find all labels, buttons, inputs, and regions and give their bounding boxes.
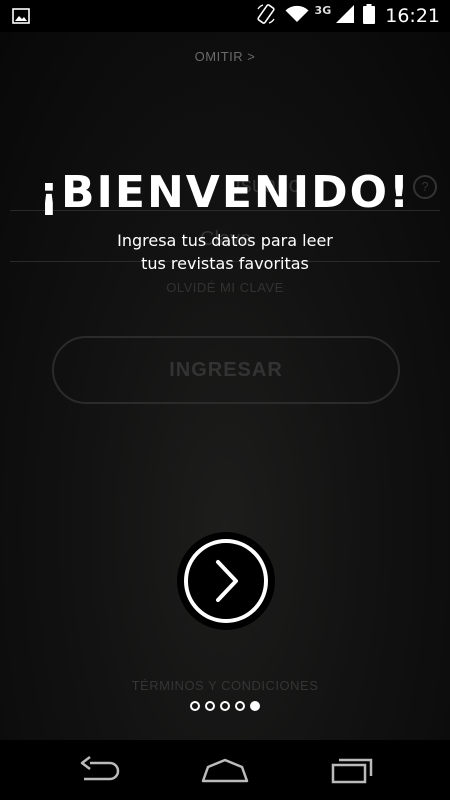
page-dot[interactable]: [190, 701, 200, 711]
navigation-bar: [0, 740, 450, 800]
subtitle-line-1: Ingresa tus datos para leer: [117, 231, 333, 250]
battery-icon: [363, 4, 376, 28]
page-indicator: [0, 701, 450, 711]
recent-apps-icon[interactable]: [330, 755, 374, 789]
page-dot[interactable]: [235, 701, 245, 711]
welcome-title: ¡BIENVENIDO!: [38, 167, 412, 218]
back-icon[interactable]: [78, 755, 122, 789]
signal-icon: [335, 4, 355, 28]
page-dot[interactable]: [205, 701, 215, 711]
login-button: INGRESAR: [52, 336, 400, 404]
network-type-label: 3G: [314, 3, 332, 17]
home-icon[interactable]: [200, 755, 250, 789]
skip-button[interactable]: OMITIR >: [0, 49, 450, 64]
subtitle-line-2: tus revistas favoritas: [141, 254, 309, 273]
terms-link: TÉRMINOS Y CONDICIONES: [131, 678, 319, 693]
next-button[interactable]: [177, 532, 275, 630]
chevron-right-icon: [184, 539, 268, 623]
wifi-icon: [285, 5, 309, 27]
image-icon: [12, 8, 30, 24]
welcome-subtitle: Ingresa tus datos para leer tus revistas…: [0, 229, 450, 275]
onboarding-screen: OMITIR > Usuario ? Clave OLVIDÉ MI CLAVE…: [0, 32, 450, 740]
forgot-password-link: OLVIDÉ MI CLAVE: [166, 280, 284, 295]
status-bar: 3G 16:21: [0, 0, 450, 32]
rotate-phone-icon: [255, 3, 277, 29]
page-dot[interactable]: [220, 701, 230, 711]
status-clock: 16:21: [385, 5, 440, 27]
page-dot-active[interactable]: [250, 701, 260, 711]
